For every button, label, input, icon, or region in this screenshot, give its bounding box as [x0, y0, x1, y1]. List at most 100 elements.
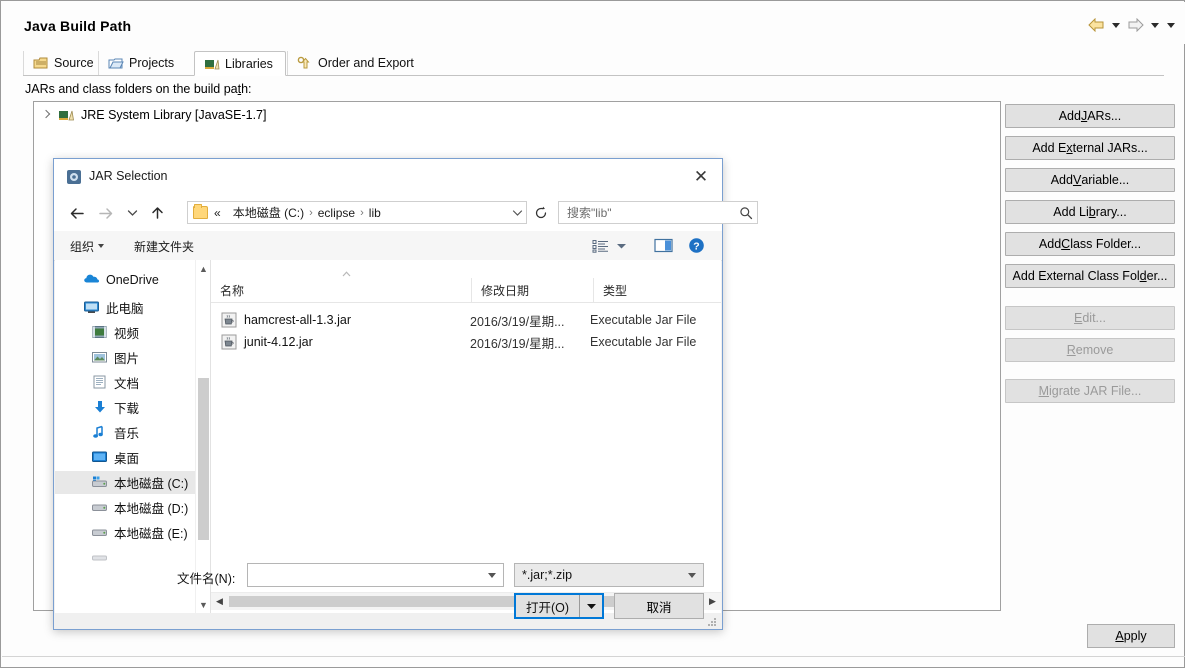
migrate-jar-file-button: Migrate JAR File...: [1005, 379, 1175, 403]
address-bar[interactable]: « 本地磁盘 (C:) › eclipse › lib: [187, 201, 527, 224]
nav-item-label: 此电脑: [106, 302, 144, 316]
source-folder-icon: [33, 56, 49, 71]
search-icon[interactable]: [735, 202, 757, 223]
window-menu-icon[interactable]: [1164, 17, 1177, 33]
nav-item-label: OneDrive: [106, 272, 159, 287]
nav-item-onedrive[interactable]: OneDrive: [55, 268, 210, 291]
add-external-class-folder-button[interactable]: Add External Class Fol d er...: [1005, 264, 1175, 288]
apply-button[interactable]: Apply: [1087, 624, 1175, 648]
nav-item-videos[interactable]: 视频: [55, 321, 210, 344]
caret-down-icon[interactable]: [481, 564, 503, 586]
nav-item-pictures[interactable]: 图片: [55, 346, 210, 369]
recent-locations-chevron-down-icon[interactable]: [121, 203, 143, 223]
tab-projects[interactable]: Projects: [98, 51, 194, 75]
dialog-command-bar: 组织 新建文件夹 ?: [54, 231, 722, 261]
scrollbar-thumb[interactable]: [198, 378, 209, 540]
preview-pane-icon[interactable]: [654, 236, 674, 255]
jar-selection-dialog: JAR Selection ✕ « 本地磁盘 (C:) › eclipse › …: [53, 158, 758, 630]
drive-icon: [91, 550, 108, 565]
pictures-icon: [91, 350, 108, 365]
nav-item-local-disk-e[interactable]: 本地磁盘 (E:): [55, 521, 210, 544]
chevron-down-icon[interactable]: ▼: [196, 596, 210, 613]
column-label: 修改日期: [481, 283, 530, 298]
column-header-type[interactable]: 类型: [593, 278, 721, 302]
file-name: hamcrest-all-1.3.jar: [244, 313, 351, 327]
table-row[interactable]: junit-4.12.jar 2016/3/19/星期... Executabl…: [211, 331, 721, 353]
navigation-pane-scrollbar[interactable]: ▲ ▼: [195, 260, 210, 613]
nav-item-this-pc[interactable]: 此电脑: [55, 296, 210, 319]
cancel-button[interactable]: 取消: [614, 593, 704, 619]
drive-icon: [91, 500, 108, 515]
navigation-pane[interactable]: OneDrive 此电脑 视频 图片 文档 下载 音乐 桌面 本地磁盘 (C:)…: [55, 260, 211, 613]
add-library-button[interactable]: Add Li b rary...: [1005, 200, 1175, 224]
tab-label: Libraries: [225, 56, 273, 71]
open-label: 打开(O): [525, 600, 570, 615]
breadcrumb-item-eclipse[interactable]: eclipse: [318, 206, 355, 220]
nav-item-music[interactable]: 音乐: [55, 421, 210, 444]
open-button[interactable]: 打开(O): [514, 593, 604, 619]
address-dropdown-chevron-down-icon[interactable]: [508, 202, 526, 223]
nav-item-local-disk-c[interactable]: 本地磁盘 (C:): [55, 471, 210, 494]
chevron-right-icon[interactable]: [40, 109, 52, 121]
add-jars-button[interactable]: Add J ARs...: [1005, 104, 1175, 128]
build-path-tabs: Source Projects Libraries Order and Expo…: [23, 51, 1164, 76]
close-icon[interactable]: ✕: [686, 163, 716, 189]
app-icon: [66, 169, 82, 185]
nav-item-desktop[interactable]: 桌面: [55, 446, 210, 469]
java-build-path-window: Java Build Path Source Projects Librarie…: [0, 0, 1185, 668]
add-class-folder-button[interactable]: Add Class Folder...: [1005, 232, 1175, 256]
breadcrumb-item-drive[interactable]: 本地磁盘 (C:): [233, 204, 304, 221]
forward-arrow-icon[interactable]: [1125, 16, 1145, 34]
nav-item-label: 下载: [114, 402, 140, 416]
back-arrow-icon[interactable]: [1086, 16, 1106, 34]
arrow-up-icon[interactable]: [146, 203, 168, 223]
nav-item-label: 图片: [114, 352, 140, 366]
view-mode-caret-down-icon[interactable]: [616, 236, 627, 255]
caret-down-icon[interactable]: [681, 564, 703, 586]
dialog-body: OneDrive 此电脑 视频 图片 文档 下载 音乐 桌面 本地磁盘 (C:)…: [55, 260, 721, 613]
file-list-pane[interactable]: 名称 修改日期 类型 hamcrest-all-1.3.jar 2016/3/1…: [211, 260, 721, 613]
tab-order-and-export[interactable]: Order and Export: [287, 51, 431, 75]
dialog-titlebar: JAR Selection ✕: [54, 159, 722, 195]
file-type: Executable Jar File: [590, 313, 697, 327]
order-export-icon: [297, 56, 313, 71]
help-icon[interactable]: ?: [688, 236, 705, 255]
arrow-left-icon[interactable]: [66, 203, 88, 223]
new-folder-button[interactable]: 新建文件夹: [134, 237, 194, 255]
nav-item-label: 本地磁盘 (E:): [114, 527, 188, 541]
nav-item-partial[interactable]: [55, 546, 210, 569]
tab-libraries[interactable]: Libraries: [194, 51, 286, 76]
chevron-left-icon[interactable]: ◀: [211, 593, 228, 610]
column-header-name[interactable]: 名称: [211, 278, 471, 302]
breadcrumb: « 本地磁盘 (C:) › eclipse › lib: [214, 204, 508, 221]
file-name-input[interactable]: [247, 563, 504, 587]
add-variable-button[interactable]: Add Variable...: [1005, 168, 1175, 192]
window-nav-cluster: [1086, 16, 1177, 34]
search-placeholder: 搜索"lib": [567, 206, 612, 220]
back-dropdown-icon[interactable]: [1109, 17, 1122, 33]
dialog-address-row: « 本地磁盘 (C:) › eclipse › lib 搜索"lib": [54, 195, 758, 231]
chevron-up-icon[interactable]: ▲: [196, 260, 210, 277]
tab-source[interactable]: Source: [23, 51, 98, 75]
sort-ascending-icon: [342, 266, 351, 277]
add-external-jars-button[interactable]: Add Ex ternal JARs...: [1005, 136, 1175, 160]
tree-item-jre-system-library[interactable]: JRE System Library [JavaSE-1.7]: [40, 108, 266, 122]
search-input[interactable]: 搜索"lib": [558, 201, 758, 224]
open-split-caret-down-icon[interactable]: [579, 595, 602, 617]
table-row[interactable]: hamcrest-all-1.3.jar 2016/3/19/星期... Exe…: [211, 309, 721, 331]
nav-item-documents[interactable]: 文档: [55, 371, 210, 394]
refresh-icon[interactable]: [530, 201, 552, 224]
view-list-icon[interactable]: [592, 236, 609, 255]
nav-item-local-disk-d[interactable]: 本地磁盘 (D:): [55, 496, 210, 519]
nav-item-downloads[interactable]: 下载: [55, 396, 210, 419]
library-icon: [58, 108, 75, 122]
file-type-filter[interactable]: *.jar;*.zip: [514, 563, 704, 587]
forward-dropdown-icon[interactable]: [1148, 17, 1161, 33]
column-header-modified[interactable]: 修改日期: [471, 278, 593, 302]
organize-menu-button[interactable]: 组织: [70, 237, 105, 255]
chevron-right-icon[interactable]: ▶: [704, 593, 721, 610]
breadcrumb-item-lib[interactable]: lib: [369, 206, 381, 220]
breadcrumb-separator: ›: [309, 206, 313, 219]
nav-item-label: 本地磁盘 (D:): [114, 502, 189, 516]
resize-grip-icon[interactable]: [708, 618, 717, 627]
